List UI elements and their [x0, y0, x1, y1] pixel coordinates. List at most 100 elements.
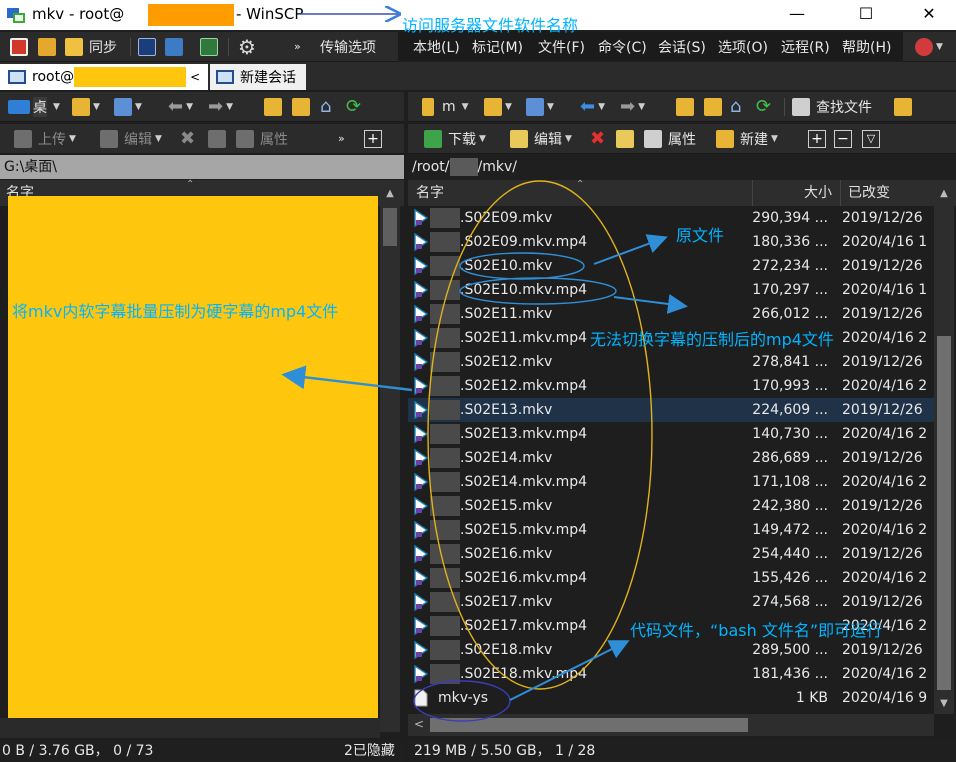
sync-browse-button[interactable] — [38, 32, 56, 61]
table-row[interactable]: .S02E16.mkv 254,440 ... 2019/12/26 — [408, 542, 934, 566]
file-date: 2019/12/26 — [842, 210, 923, 226]
table-row[interactable]: .S02E15.mkv.mp4 149,472 ... 2020/4/16 2 — [408, 518, 934, 542]
remote-new-button[interactable]: 新建 ▼ — [716, 124, 778, 153]
local-home-button[interactable]: ⌂ — [320, 92, 331, 121]
remote-filter-button[interactable]: ▼ — [526, 92, 554, 121]
remote-dir-select[interactable]: m ▼ — [422, 92, 469, 121]
menu-mark[interactable]: 标记(M) — [472, 37, 523, 57]
scrollbar-thumb[interactable] — [937, 336, 951, 690]
download-button[interactable]: 下载 ▼ — [424, 124, 486, 153]
table-row[interactable]: .S02E12.mkv.mp4 170,993 ... 2020/4/16 2 — [408, 374, 934, 398]
local-delete-button[interactable]: ✖ — [180, 124, 195, 153]
console-button[interactable] — [138, 32, 156, 61]
local-forward-button[interactable]: ➡ ▼ — [208, 92, 233, 121]
maximize-button[interactable]: ☐ — [843, 0, 889, 30]
remote-back-button[interactable]: ⬅ ▼ — [580, 92, 605, 121]
local-drive-select[interactable]: 桌 ▼ — [8, 92, 60, 121]
queue-button[interactable] — [200, 32, 218, 61]
remote-properties-button[interactable]: 属性 — [644, 124, 696, 153]
table-row[interactable]: .S02E12.mkv 278,841 ... 2019/12/26 — [408, 350, 934, 374]
redacted-filename-prefix — [430, 304, 460, 324]
remote-scrollbar[interactable]: ▲ ▼ — [934, 184, 954, 714]
tab-new-session[interactable]: 新建会话 — [210, 64, 306, 90]
local-properties-button[interactable]: 属性 — [236, 124, 288, 153]
menu-remote[interactable]: 远程(R) — [781, 37, 830, 57]
hscrollbar-thumb[interactable] — [430, 718, 748, 732]
local-status-hidden[interactable]: 2已隐藏 — [344, 740, 395, 762]
unselect-button[interactable]: − — [834, 124, 852, 153]
toolbar-overflow-chevron[interactable]: » — [294, 32, 301, 61]
remote-path-bar[interactable]: /root/ /mkv/ — [408, 155, 956, 179]
remote-col-size[interactable]: 大小 — [804, 180, 832, 206]
local-filter-button[interactable]: ▼ — [114, 92, 142, 121]
remote-col-changed[interactable]: 已改变 — [848, 180, 890, 206]
table-row[interactable]: .S02E11.mkv 266,012 ... 2019/12/26 — [408, 302, 934, 326]
remote-col-name[interactable]: 名字 — [416, 180, 444, 206]
preferences-button[interactable]: ⚙ — [238, 32, 256, 61]
table-row[interactable]: .S02E09.mkv 290,394 ... 2019/12/26 — [408, 206, 934, 230]
sync-button[interactable]: 同步 — [65, 32, 117, 61]
menu-file[interactable]: 文件(F) — [538, 37, 585, 57]
remote-edit-button[interactable]: 编辑 ▼ — [510, 124, 572, 153]
transfer-options-button[interactable]: 传输选项 — [320, 32, 376, 61]
select-button[interactable]: + — [808, 124, 826, 153]
scroll-down-arrow-icon[interactable]: ▼ — [934, 694, 954, 714]
tab-scroll-left-icon[interactable]: < — [190, 70, 200, 84]
table-row[interactable]: .S02E14.mkv 286,689 ... 2019/12/26 — [408, 446, 934, 470]
local-new-button[interactable]: + — [364, 124, 382, 153]
close-button[interactable]: ✕ — [906, 0, 952, 30]
remote-open-folder-button[interactable]: ▼ — [484, 92, 512, 121]
remote-rename-button[interactable] — [616, 124, 634, 153]
remote-root-dir-button[interactable] — [704, 92, 722, 121]
remote-forward-button[interactable]: ➡ ▼ — [620, 92, 645, 121]
video-file-icon — [414, 496, 429, 516]
local-open-folder-button[interactable]: ▼ — [72, 92, 100, 121]
menu-options[interactable]: 选项(O) — [718, 37, 768, 57]
scroll-left-arrow-icon[interactable]: < — [414, 717, 424, 731]
menu-session[interactable]: 会话(S) — [658, 37, 706, 57]
table-row[interactable]: .S02E14.mkv.mp4 171,108 ... 2020/4/16 2 — [408, 470, 934, 494]
new-session-icon — [216, 70, 234, 84]
table-row[interactable]: .S02E10.mkv.mp4 170,297 ... 2020/4/16 1 — [408, 278, 934, 302]
table-row[interactable]: .S02E13.mkv.mp4 140,730 ... 2020/4/16 2 — [408, 422, 934, 446]
scrollbar-thumb[interactable] — [383, 208, 397, 246]
local-path-bar[interactable]: G:\桌面\ — [0, 155, 404, 179]
menu-command[interactable]: 命令(C) — [598, 37, 647, 57]
local-rename-button[interactable] — [208, 124, 226, 153]
local-hscroll-left-icon[interactable] — [0, 718, 380, 738]
minimize-button[interactable]: — — [774, 0, 820, 30]
local-edit-button[interactable]: 编辑 ▼ — [100, 124, 162, 153]
local-refresh-button[interactable]: ⟳ — [346, 92, 361, 121]
scroll-up-arrow-icon[interactable]: ▲ — [934, 184, 954, 204]
table-row[interactable]: mkv-ys 1 KB 2020/4/16 9 — [408, 686, 934, 710]
tab-session[interactable]: root@ < — [0, 64, 208, 90]
table-row[interactable]: .S02E13.mkv 224,609 ... 2019/12/26 — [408, 398, 934, 422]
putty-button[interactable] — [165, 32, 183, 61]
table-row[interactable]: .S02E09.mkv.mp4 180,336 ... 2020/4/16 1 — [408, 230, 934, 254]
table-row[interactable]: .S02E10.mkv 272,234 ... 2019/12/26 — [408, 254, 934, 278]
menu-help[interactable]: 帮助(H) — [842, 37, 891, 57]
remote-refresh-button[interactable]: ⟳ — [756, 92, 771, 121]
toolbar-overflow-chevron[interactable]: » — [338, 124, 345, 153]
menu-local[interactable]: 本地(L) — [413, 37, 460, 57]
compare-dirs-button[interactable] — [10, 32, 28, 61]
local-root-dir-button[interactable] — [292, 92, 310, 121]
local-scrollbar[interactable]: ▲ — [380, 184, 400, 732]
table-row[interactable]: .S02E18.mkv 289,500 ... 2019/12/26 — [408, 638, 934, 662]
remote-parent-dir-button[interactable] — [676, 92, 694, 121]
remote-delete-button[interactable]: ✖ — [590, 124, 605, 153]
remote-tree-button[interactable] — [894, 92, 912, 121]
find-files-button[interactable]: 查找文件 — [792, 92, 872, 121]
upload-button[interactable]: 上传 ▼ — [14, 124, 76, 153]
table-row[interactable]: .S02E18.mkv.mp4 181,436 ... 2020/4/16 2 — [408, 662, 934, 686]
table-row[interactable]: .S02E16.mkv.mp4 155,426 ... 2020/4/16 2 — [408, 566, 934, 590]
local-parent-dir-button[interactable] — [264, 92, 282, 121]
table-row[interactable]: .S02E17.mkv 274,568 ... 2019/12/26 — [408, 590, 934, 614]
remote-hscrollbar[interactable]: < — [408, 714, 934, 736]
scroll-up-arrow-icon[interactable]: ▲ — [380, 184, 400, 204]
extensions-button[interactable]: ▼ — [915, 32, 943, 61]
remote-home-button[interactable]: ⌂ — [730, 92, 741, 121]
local-back-button[interactable]: ⬅ ▼ — [168, 92, 193, 121]
filter-select-button[interactable]: ▽ — [862, 124, 880, 153]
table-row[interactable]: .S02E15.mkv 242,380 ... 2019/12/26 — [408, 494, 934, 518]
